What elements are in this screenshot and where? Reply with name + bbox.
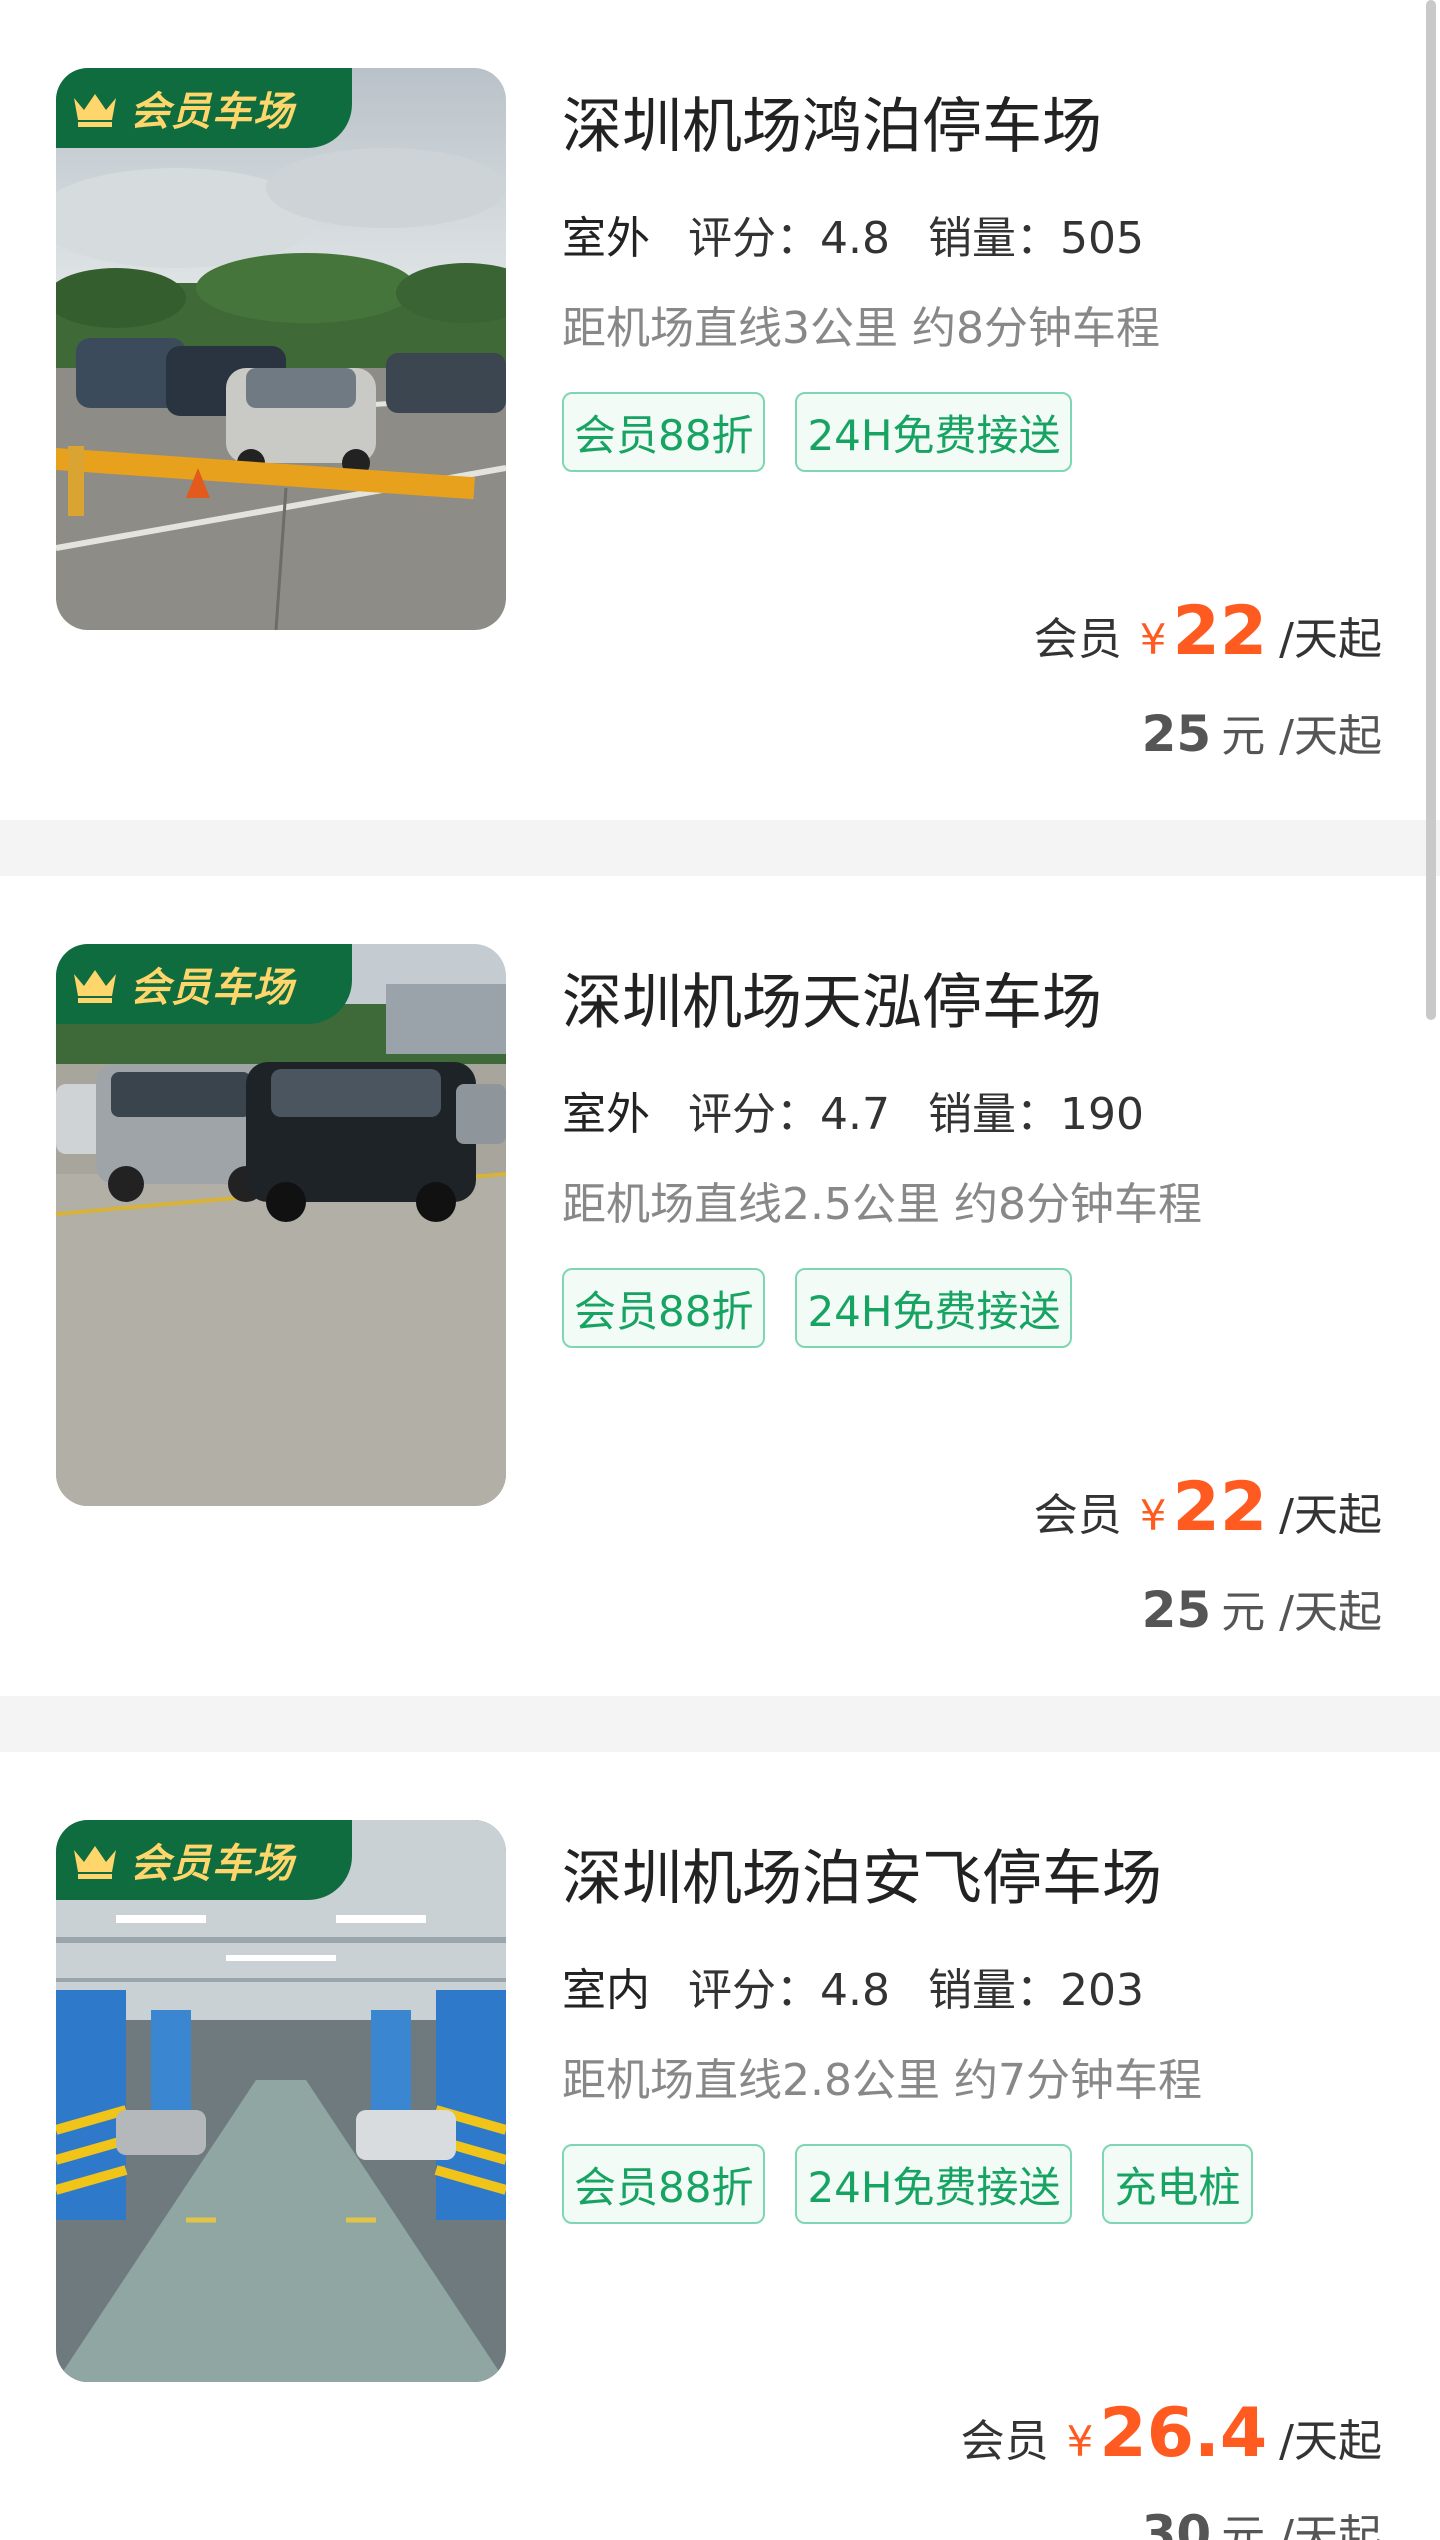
member-lot-badge: 会员车场 xyxy=(56,944,352,1024)
member-price: 会员 ¥ 22 /天起 xyxy=(1034,592,1382,671)
card-separator xyxy=(0,1696,1440,1752)
tag-member-discount: 会员88折 xyxy=(562,392,766,472)
distance-info: 距机场直线3公里 约8分钟车程 xyxy=(562,303,1160,354)
crown-icon xyxy=(74,970,116,1003)
tag-list: 会员88折 24H免费接送 xyxy=(562,392,1382,472)
tag-member-discount: 会员88折 xyxy=(562,1268,766,1348)
parking-lot-card[interactable]: 会员车场 深圳机场泊安飞停车场 室内 评分：4.8 销量：203 距机场直线2.… xyxy=(0,1752,1440,2540)
distance-info: 距机场直线2.8公里 约7分钟车程 xyxy=(562,2055,1202,2106)
original-price-unit: 元 /天起 xyxy=(1221,1587,1382,1638)
currency-symbol: ¥ xyxy=(1139,1491,1167,1540)
crown-icon xyxy=(74,94,116,127)
parking-lot-list: 会员车场 深圳机场鸿泊停车场 室外 评分：4.8 销量：505 距机场直线3公里… xyxy=(0,0,1440,2540)
parking-lot-card[interactable]: 会员车场 深圳机场天泓停车场 室外 评分：4.7 销量：190 距机场直线2.5… xyxy=(0,876,1440,1696)
original-price-value: 25 xyxy=(1141,705,1212,763)
badge-label: 会员车场 xyxy=(130,89,294,135)
tag-free-shuttle: 24H免费接送 xyxy=(795,392,1073,472)
member-lot-badge: 会员车场 xyxy=(56,68,352,148)
original-price: 30 元 /天起 xyxy=(1142,2500,1382,2540)
member-price-label: 会员 xyxy=(960,2416,1049,2467)
currency-symbol: ¥ xyxy=(1139,615,1167,664)
lot-photo[interactable]: 会员车场 xyxy=(56,1820,506,2382)
distance-info: 距机场直线2.5公里 约8分钟车程 xyxy=(562,1179,1202,1230)
lot-name: 深圳机场天泓停车场 xyxy=(562,968,1102,1038)
tag-free-shuttle: 24H免费接送 xyxy=(795,2144,1073,2224)
rating: 评分：4.7 xyxy=(688,1089,890,1140)
lot-meta: 室外 评分：4.8 销量：505 xyxy=(558,202,1144,272)
tag-member-discount: 会员88折 xyxy=(562,2144,766,2224)
tag-list: 会员88折 24H免费接送 xyxy=(562,1268,1382,1348)
member-price-unit: /天起 xyxy=(1279,2416,1382,2467)
tag-free-shuttle: 24H免费接送 xyxy=(795,1268,1073,1348)
tag-list: 会员88折 24H免费接送 充电桩 xyxy=(562,2144,1382,2224)
location-type: 室内 xyxy=(558,1954,654,2024)
currency-symbol: ¥ xyxy=(1066,2417,1094,2466)
member-price-value: 22 xyxy=(1172,1468,1268,1547)
scrollbar[interactable] xyxy=(1426,0,1436,1020)
lot-meta: 室外 评分：4.7 销量：190 xyxy=(558,1078,1144,1148)
member-lot-badge: 会员车场 xyxy=(56,1820,352,1900)
lot-name: 深圳机场鸿泊停车场 xyxy=(562,92,1102,162)
sales-count: 销量：203 xyxy=(927,1965,1144,2016)
member-price-value: 22 xyxy=(1172,592,1268,671)
member-price: 会员 ¥ 22 /天起 xyxy=(1034,1468,1382,1547)
original-price-value: 25 xyxy=(1141,1581,1212,1639)
badge-label: 会员车场 xyxy=(130,1841,294,1887)
original-price: 25 元 /天起 xyxy=(1142,700,1382,764)
lot-photo[interactable]: 会员车场 xyxy=(56,68,506,630)
member-price: 会员 ¥ 26.4 /天起 xyxy=(961,2394,1382,2473)
parking-lot-card[interactable]: 会员车场 深圳机场鸿泊停车场 室外 评分：4.8 销量：505 距机场直线3公里… xyxy=(0,0,1440,820)
sales-count: 销量：505 xyxy=(927,213,1144,264)
outdoor-lot-photo xyxy=(56,944,506,1506)
member-price-label: 会员 xyxy=(1033,1490,1122,1541)
original-price-unit: 元 /天起 xyxy=(1221,2511,1382,2540)
sales-count: 销量：190 xyxy=(927,1089,1144,1140)
lot-name: 深圳机场泊安飞停车场 xyxy=(562,1844,1162,1914)
member-price-value: 26.4 xyxy=(1099,2394,1268,2473)
original-price-unit: 元 /天起 xyxy=(1221,711,1382,762)
member-price-unit: /天起 xyxy=(1279,1490,1382,1541)
outdoor-lot-photo xyxy=(56,68,506,630)
lot-photo[interactable]: 会员车场 xyxy=(56,944,506,1506)
badge-label: 会员车场 xyxy=(130,965,294,1011)
original-price: 25 元 /天起 xyxy=(1142,1576,1382,1640)
member-price-unit: /天起 xyxy=(1279,614,1382,665)
location-type: 室外 xyxy=(558,202,654,272)
crown-icon xyxy=(74,1846,116,1879)
location-type: 室外 xyxy=(558,1078,654,1148)
underground-garage-photo xyxy=(56,1820,506,2382)
tag-charging-pile: 充电桩 xyxy=(1102,2144,1253,2224)
lot-meta: 室内 评分：4.8 销量：203 xyxy=(558,1954,1144,2024)
rating: 评分：4.8 xyxy=(688,213,890,264)
original-price-value: 30 xyxy=(1141,2505,1212,2540)
rating: 评分：4.8 xyxy=(688,1965,890,2016)
member-price-label: 会员 xyxy=(1033,614,1122,665)
card-separator xyxy=(0,820,1440,876)
